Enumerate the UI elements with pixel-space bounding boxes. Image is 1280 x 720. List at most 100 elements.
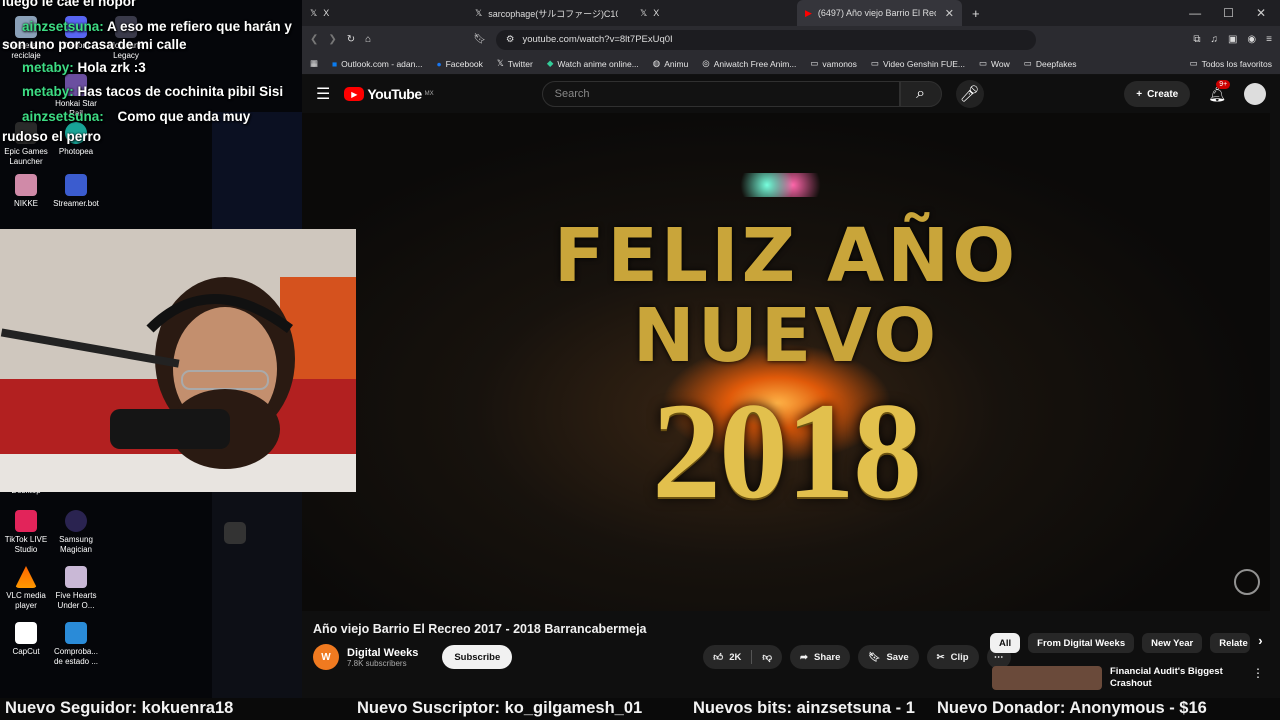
tab-x-1[interactable]: 𝕏X bbox=[302, 0, 467, 26]
folder-icon: ▭ bbox=[979, 58, 988, 68]
profile-icon[interactable]: ◉ bbox=[1247, 34, 1256, 45]
back-icon[interactable]: ❮ bbox=[310, 34, 318, 45]
search-input[interactable]: Search bbox=[541, 81, 900, 107]
apps-grid-icon[interactable] bbox=[224, 522, 246, 544]
account-avatar[interactable] bbox=[1244, 83, 1266, 105]
create-button[interactable]: + Create bbox=[1124, 81, 1191, 107]
bookmark-facebook[interactable]: ● Facebook bbox=[436, 59, 482, 69]
new-tab-button[interactable]: + bbox=[962, 6, 990, 21]
like-button[interactable]: 👍︎ 2K 👎︎ bbox=[703, 645, 783, 669]
desktop-icon-nikke[interactable]: NIKKE bbox=[0, 174, 52, 209]
bookmarks-bar: ▦ ■ Outlook.com - adan... ● Facebook 𝕏 Twit… bbox=[302, 53, 1280, 75]
microphone-icon: 🎤︎ bbox=[959, 86, 980, 103]
chevron-right-icon[interactable]: › bbox=[1258, 633, 1262, 653]
share-button[interactable]: ➦ Share bbox=[790, 645, 851, 669]
tab-sarcophage[interactable]: 𝕏sarcophage(サルコファージ)C107@1日目 bbox=[467, 0, 632, 26]
menu-icon[interactable]: ≡ bbox=[1266, 34, 1272, 45]
recommendation-chips: All From Digital Weeks New Year Relate › bbox=[990, 633, 1263, 653]
bookmark-icon[interactable]: 🔖︎ bbox=[473, 34, 486, 45]
desktop-icon-five-hearts[interactable]: Five Hearts Under O... bbox=[50, 566, 102, 611]
bookmark-wow[interactable]: ▭ Wow bbox=[979, 58, 1010, 69]
bookmark-animu[interactable]: ◍ Animu bbox=[653, 58, 689, 69]
share-icon: ➦ bbox=[800, 651, 808, 663]
bookmark-twitter[interactable]: 𝕏 Twitter bbox=[497, 58, 533, 69]
window-controls: — ☐ ✕ bbox=[1189, 6, 1280, 20]
reload-icon[interactable]: ↻ bbox=[347, 34, 355, 45]
video-text-feliz: FELIZ AÑO bbox=[553, 213, 1019, 299]
chip-related[interactable]: Relate bbox=[1210, 633, 1251, 653]
subscribe-button[interactable]: Subscribe bbox=[442, 645, 513, 669]
scissors-icon: ✂ bbox=[936, 651, 945, 663]
samsung-magician-icon bbox=[65, 510, 87, 532]
notification-badge: 9+ bbox=[1216, 79, 1231, 89]
bookmark-vamonos[interactable]: ▭ vamonos bbox=[810, 58, 857, 69]
stream-ticker: Nuevo Seguidor: kokuenra18 Nuevo Suscrip… bbox=[0, 698, 1280, 720]
close-tab-icon[interactable]: ✕ bbox=[945, 7, 954, 20]
desktop-icon-capcut[interactable]: CapCut bbox=[0, 622, 52, 657]
music-icon[interactable]: ♫ bbox=[1210, 34, 1218, 45]
save-button[interactable]: 🔖︎ Save bbox=[858, 645, 919, 669]
maximize-icon[interactable]: ☐ bbox=[1223, 6, 1234, 20]
channel-watermark-icon[interactable] bbox=[1234, 569, 1260, 595]
wallet-icon[interactable]: ▣ bbox=[1228, 34, 1237, 45]
chip-from-channel[interactable]: From Digital Weeks bbox=[1028, 633, 1135, 653]
search-button[interactable]: ⌕ bbox=[899, 81, 942, 107]
five-hearts-icon bbox=[65, 566, 87, 588]
channel-info: Digital Weeks 7.8K subscribers bbox=[347, 647, 418, 668]
all-bookmarks[interactable]: ▭ Todos los favoritos bbox=[1190, 58, 1272, 69]
tab-youtube-active[interactable]: ▶(6497) Año viejo Barrio El Recreo✕ bbox=[797, 0, 962, 26]
bookmark-aniwatch[interactable]: ◎ Aniwatch Free Anim... bbox=[702, 58, 796, 69]
facebook-icon: ● bbox=[436, 58, 442, 69]
minimize-icon[interactable]: — bbox=[1189, 6, 1201, 20]
chip-all[interactable]: All bbox=[990, 633, 1021, 653]
more-vert-icon[interactable]: ⋮ bbox=[1252, 666, 1264, 690]
bookmark-outlook[interactable]: ■ Outlook.com - adan... bbox=[332, 59, 422, 69]
apps-icon[interactable]: ▦ bbox=[310, 58, 318, 69]
x-logo-icon: 𝕏 bbox=[496, 58, 504, 68]
channel-row: W Digital Weeks 7.8K subscribers Subscri… bbox=[313, 644, 1011, 670]
voice-search-button[interactable]: 🎤︎ bbox=[955, 80, 984, 108]
extensions-icon[interactable]: ⧉ bbox=[1193, 34, 1200, 45]
save-icon: 🔖︎ bbox=[868, 651, 881, 663]
recommended-video[interactable]: Financial Audit's Biggest Crashout ⋮ bbox=[992, 666, 1264, 690]
video-title: Año viejo Barrio El Recreo 2017 - 2018 B… bbox=[313, 622, 647, 636]
clip-button[interactable]: ✂ Clip bbox=[926, 645, 979, 669]
nikke-icon bbox=[15, 174, 37, 196]
capcut-icon bbox=[15, 622, 37, 644]
tab-x-2[interactable]: 𝕏X bbox=[632, 0, 797, 26]
forward-icon[interactable]: ❯ bbox=[328, 34, 336, 45]
x-logo-icon: 𝕏 bbox=[310, 7, 318, 18]
channel-name[interactable]: Digital Weeks bbox=[347, 647, 418, 659]
notifications-button[interactable]: 🔔︎ 9+ bbox=[1208, 79, 1231, 103]
ticker-subscriber: Nuevo Suscriptor: ko_gilgamesh_01 bbox=[357, 699, 643, 717]
bookmark-genshin[interactable]: ▭ Video Genshin FUE... bbox=[871, 58, 965, 69]
subscriber-count: 7.8K subscribers bbox=[347, 658, 407, 668]
ticker-donor: Nuevo Donador: Anonymous - $16 bbox=[937, 699, 1207, 717]
address-bar-row: ❮ ❯ ↻ ⌂ 🔖︎ ⚙︎ youtube.com/watch?v=8lt7PE… bbox=[302, 26, 1280, 53]
side-window-top bbox=[212, 112, 302, 232]
bookmark-watch-anime[interactable]: ◆ Watch anime online... bbox=[547, 58, 639, 69]
desktop-icon-streamer-bot[interactable]: Streamer.bot bbox=[50, 174, 102, 209]
desktop-icon-tiktok-live[interactable]: TikTok LIVE Studio bbox=[0, 510, 52, 555]
url-bar[interactable]: ⚙︎ youtube.com/watch?v=8lt7PExUq0I bbox=[495, 29, 1036, 50]
aniwatch-icon: ◎ bbox=[702, 58, 710, 68]
chip-new-year[interactable]: New Year bbox=[1142, 633, 1203, 653]
recommended-thumbnail bbox=[992, 666, 1102, 690]
chat-line: luego le cae el nopor bbox=[2, 0, 137, 9]
video-player[interactable]: FELIZ AÑO NUEVO 2018 bbox=[302, 113, 1270, 611]
close-window-icon[interactable]: ✕ bbox=[1256, 6, 1266, 20]
desktop-icon-health-check[interactable]: Comproba... de estado ... bbox=[50, 622, 102, 667]
site-info-icon[interactable]: ⚙︎ bbox=[506, 34, 515, 45]
thumbs-down-icon[interactable]: 👎︎ bbox=[762, 651, 772, 663]
channel-avatar[interactable]: W bbox=[313, 644, 339, 670]
chat-line: metaby: Has tacos de cochinita pibil Sis… bbox=[22, 84, 284, 99]
home-icon[interactable]: ⌂ bbox=[365, 34, 371, 45]
desktop-icon-vlc[interactable]: VLC media player bbox=[0, 566, 52, 611]
hamburger-menu-icon[interactable]: ☰ bbox=[316, 84, 330, 104]
browser-window: 𝕏X 𝕏sarcophage(サルコファージ)C107@1日目 𝕏X ▶(649… bbox=[302, 0, 1280, 698]
desktop-icon-samsung-magician[interactable]: Samsung Magician bbox=[50, 510, 102, 555]
youtube-logo[interactable]: ▶ YouTube MX bbox=[344, 86, 434, 102]
outlook-icon: ■ bbox=[332, 58, 338, 69]
bookmark-deepfakes[interactable]: ▭ Deepfakes bbox=[1024, 58, 1077, 69]
youtube-tab-icon: ▶ bbox=[805, 7, 812, 18]
